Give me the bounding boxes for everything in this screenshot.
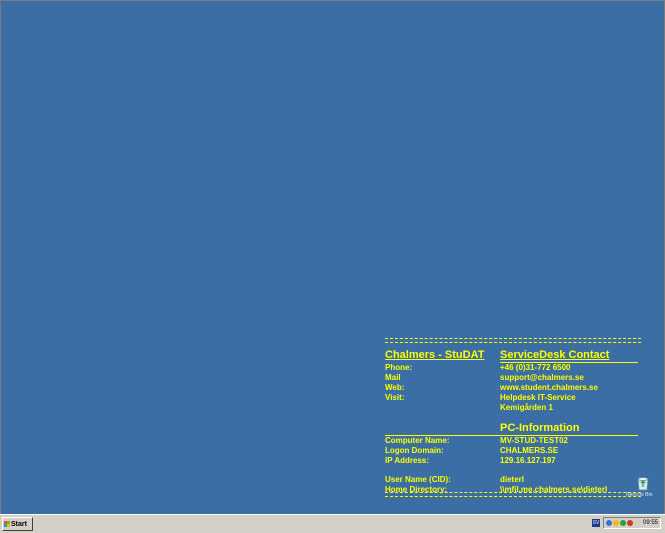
servicedesk-title: ServiceDesk Contact <box>500 349 638 363</box>
language-indicator[interactable]: SV <box>592 519 600 527</box>
header-row: Chalmers - StuDAT ServiceDesk Contact <box>385 349 643 363</box>
pc-value: 129.16.127.197 <box>500 456 556 465</box>
recycle-bin[interactable]: Recycle Bin <box>626 474 656 504</box>
contact-value: +46 (0)31-772 6500 <box>500 363 571 372</box>
separator-top <box>385 338 641 343</box>
contact-key: Phone: <box>385 363 413 372</box>
contact-row: Kemigården 1 <box>385 403 643 413</box>
taskbar: Start SV 09:55 <box>0 514 665 533</box>
start-label: Start <box>11 520 27 528</box>
pc-header-left <box>385 422 500 436</box>
start-button[interactable]: Start <box>2 517 33 531</box>
volume-icon[interactable] <box>627 520 633 526</box>
contact-value: www.student.chalmers.se <box>500 383 598 392</box>
system-tray: 09:55 <box>603 517 661 529</box>
recycle-bin-label: Recycle Bin <box>626 492 653 498</box>
clock[interactable]: 09:55 <box>643 520 660 526</box>
network-icon[interactable] <box>606 520 612 526</box>
contact-value: support@chalmers.se <box>500 373 584 382</box>
pc-value: MV-STUD-TEST02 <box>500 436 569 445</box>
pc-value: CHALMERS.SE <box>500 446 559 455</box>
bginfo-panel: Chalmers - StuDAT ServiceDesk Contact Ph… <box>385 338 643 497</box>
contact-key: Visit: <box>385 393 405 402</box>
contact-row: Web: www.student.chalmers.se <box>385 383 643 393</box>
recycle-bin-icon <box>637 477 649 491</box>
pc-row: Logon Domain: CHALMERS.SE <box>385 446 643 456</box>
contact-row: Visit: Helpdesk IT-Service <box>385 393 643 403</box>
contact-key: Mail <box>385 373 401 382</box>
contact-value: Kemigården 1 <box>500 403 553 412</box>
org-title: Chalmers - StuDAT <box>385 349 485 361</box>
separator-bottom <box>385 492 641 497</box>
contact-value: Helpdesk IT-Service <box>500 393 576 402</box>
update-icon[interactable] <box>620 520 626 526</box>
contact-key: Web: <box>385 383 405 392</box>
pc-header-row: PC-Information <box>385 422 643 436</box>
contact-key <box>385 403 500 413</box>
user-key: User Name (CID): <box>385 475 451 484</box>
windows-logo-icon <box>4 521 10 527</box>
pc-row: Computer Name: MV-STUD-TEST02 <box>385 436 643 446</box>
user-row: User Name (CID): dieterl <box>385 475 643 485</box>
contact-row: Mail support@chalmers.se <box>385 373 643 383</box>
pc-info-title: PC-Information <box>500 422 638 436</box>
contact-row: Phone: +46 (0)31-772 6500 <box>385 363 643 373</box>
user-value: dieterl <box>500 475 525 484</box>
pc-row: IP Address: 129.16.127.197 <box>385 456 643 466</box>
pc-key: IP Address: <box>385 456 430 465</box>
pc-key: Logon Domain: <box>385 446 444 455</box>
security-icon[interactable] <box>613 520 619 526</box>
pc-key: Computer Name: <box>385 436 450 445</box>
